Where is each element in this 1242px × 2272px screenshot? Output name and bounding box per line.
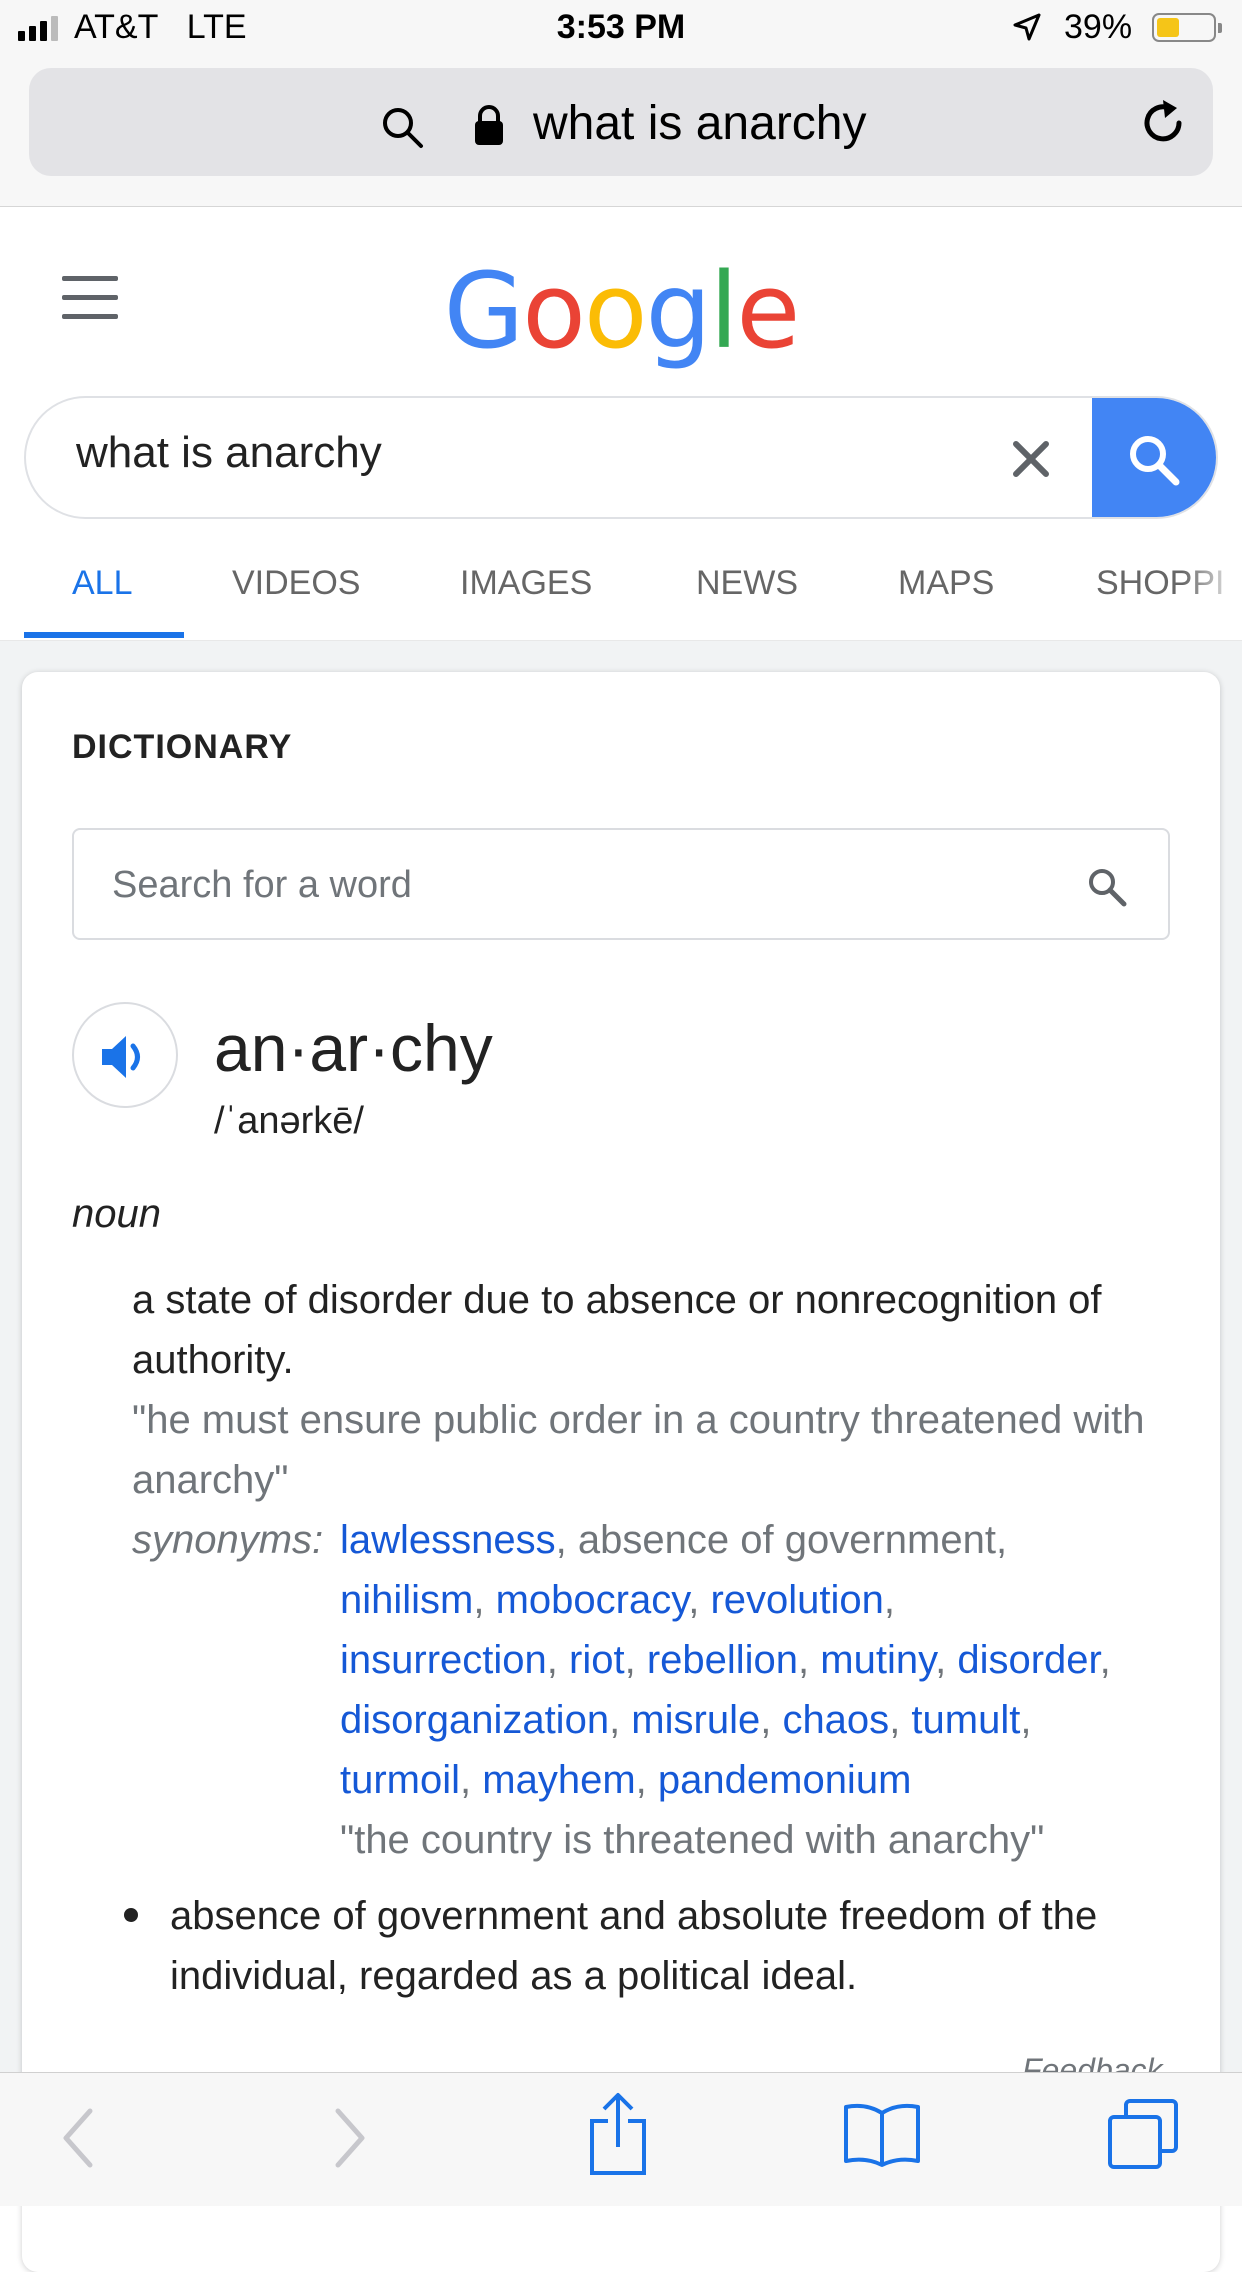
synonym-link[interactable]: revolution [710, 1578, 883, 1622]
tab-news[interactable]: NEWS [696, 564, 798, 603]
tab-videos[interactable]: VIDEOS [232, 564, 360, 603]
google-logo[interactable]: Google [0, 250, 1242, 372]
synonym-link[interactable]: riot [569, 1638, 625, 1682]
address-bar[interactable]: what is anarchy [29, 68, 1213, 176]
search-icon [383, 108, 423, 148]
word-search-input[interactable]: Search for a word [72, 828, 1170, 940]
forward-icon[interactable] [330, 2103, 370, 2173]
synonym-link[interactable]: tumult [911, 1698, 1020, 1742]
search-box[interactable]: what is anarchy [24, 396, 1218, 519]
url-text: what is anarchy [533, 97, 867, 150]
synonyms-label: synonyms: [132, 1518, 324, 1562]
search-icon [1130, 436, 1180, 486]
synonym-link[interactable]: disorder [957, 1638, 1099, 1682]
browser-address-area: what is anarchy [0, 58, 1242, 207]
back-icon[interactable] [58, 2103, 98, 2173]
synonym-link[interactable]: chaos [782, 1698, 889, 1742]
dictionary-card: DICTIONARY Search for a word an·ar·chy /… [22, 672, 1220, 2272]
synonym-link[interactable]: insurrection [340, 1638, 547, 1682]
reload-icon[interactable] [1139, 98, 1189, 148]
synonym-link[interactable]: mayhem [482, 1758, 635, 1802]
synonym-link[interactable]: mobocracy [496, 1578, 689, 1622]
battery-percent: 39% [1064, 8, 1133, 46]
bookmarks-icon[interactable] [842, 2099, 922, 2169]
synonym-example: "the country is threatened with anarchy" [340, 1818, 1045, 1862]
search-tabs: ALL VIDEOS IMAGES NEWS MAPS SHOPPI [0, 540, 1242, 641]
synonym-link[interactable]: mutiny [820, 1638, 935, 1682]
search-icon[interactable] [1086, 866, 1128, 908]
synonym-link[interactable]: pandemonium [658, 1758, 912, 1802]
speaker-icon [102, 1036, 140, 1078]
pronunciation-button[interactable] [72, 1002, 178, 1108]
tab-all[interactable]: ALL [72, 564, 133, 603]
browser-toolbar [0, 2072, 1242, 2206]
definition-2: absence of government and absolute freed… [170, 1894, 1098, 1998]
tab-maps[interactable]: MAPS [898, 564, 994, 603]
dictionary-title: DICTIONARY [72, 728, 293, 766]
share-icon[interactable] [586, 2091, 650, 2177]
tabs-icon[interactable] [1106, 2097, 1182, 2173]
status-bar: AT&T LTE 3:53 PM 39% [0, 0, 1242, 58]
synonym-link[interactable]: rebellion [647, 1638, 798, 1682]
search-input[interactable]: what is anarchy [76, 428, 382, 478]
headword: an·ar·chy [214, 1011, 493, 1085]
synonym-link[interactable]: misrule [631, 1698, 760, 1742]
phonetic: /ˈanərkē/ [214, 1100, 364, 1142]
lock-icon [475, 105, 503, 145]
location-arrow-icon [1013, 13, 1041, 41]
part-of-speech: noun [72, 1192, 161, 1236]
search-button[interactable] [1092, 398, 1216, 517]
definition-1: a state of disorder due to absence or no… [132, 1278, 1102, 1382]
synonym-link[interactable]: turmoil [340, 1758, 460, 1802]
synonym-link[interactable]: lawlessness [340, 1518, 556, 1562]
close-icon[interactable] [1006, 434, 1056, 484]
synonym-link[interactable]: disorganization [340, 1698, 609, 1742]
synonym-text: absence of government [577, 1518, 996, 1562]
word-search-placeholder: Search for a word [112, 864, 412, 906]
clock: 3:53 PM [556, 8, 686, 46]
tab-images[interactable]: IMAGES [460, 564, 592, 603]
bullet [124, 1908, 138, 1922]
synonyms-list: lawlessness, absence of government, nihi… [340, 1518, 1111, 1802]
battery-icon [1152, 13, 1222, 42]
tab-fade [1182, 540, 1242, 640]
example-1: "he must ensure public order in a countr… [132, 1398, 1145, 1502]
synonym-link[interactable]: nihilism [340, 1578, 473, 1622]
active-tab-indicator [24, 632, 184, 638]
